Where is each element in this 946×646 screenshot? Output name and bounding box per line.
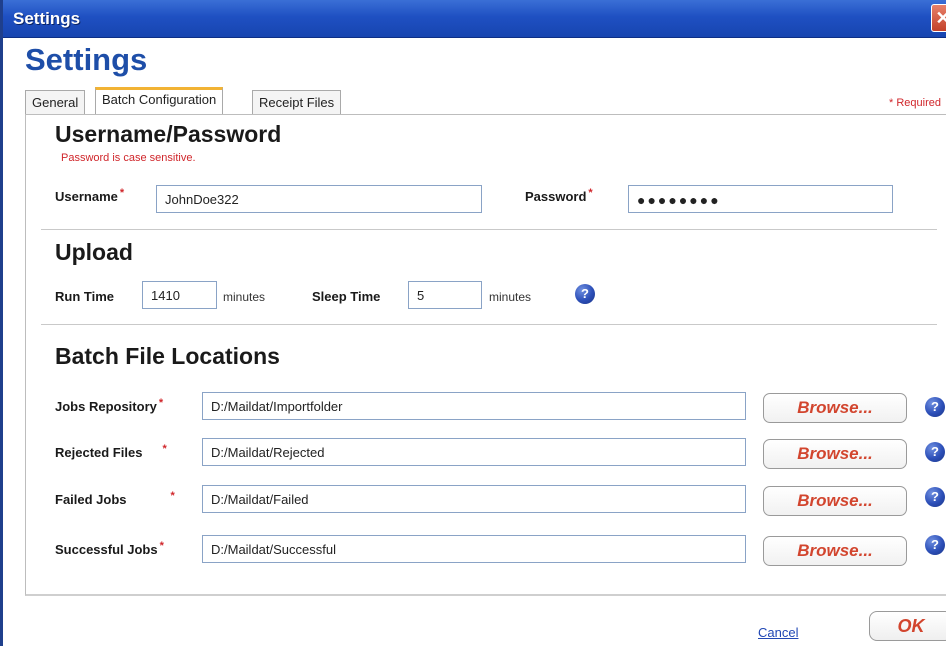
jobs-repository-label: Jobs Repository * [55,397,164,414]
successful-jobs-browse-button[interactable]: Browse... [763,536,907,566]
cancel-link[interactable]: Cancel [758,625,798,640]
failed-jobs-field[interactable]: D:/Maildat/Failed [202,485,746,513]
run-time-label: Run Time [55,289,114,304]
failed-jobs-browse-button[interactable]: Browse... [763,486,907,516]
tab-receipt-files[interactable]: Receipt Files [252,90,342,114]
run-time-unit: minutes [223,290,266,304]
title-bar: Settings [3,0,946,38]
help-icon[interactable]: ? [925,397,945,417]
close-icon[interactable]: ✕ [931,4,946,32]
credentials-heading: Username/Password [55,121,282,147]
window-title: Settings [13,9,81,28]
batch-locations-heading: Batch File Locations [55,343,280,369]
password-label: Password * [525,187,593,204]
required-marker: * [170,490,175,502]
required-marker: * [588,187,593,199]
help-icon[interactable]: ? [925,535,945,555]
sleep-time-label: Sleep Time [312,289,381,304]
settings-window: Settings ✕ Settings General Batch Config… [0,0,946,646]
password-field[interactable]: ●●●●●●●● [628,185,893,213]
rejected-files-field[interactable]: D:/Maildat/Rejected [202,438,746,466]
help-icon[interactable]: ? [925,442,945,462]
rejected-files-browse-button[interactable]: Browse... [763,439,907,469]
required-marker: * [119,187,125,199]
required-marker: * [158,397,164,409]
section-divider [41,229,937,230]
successful-jobs-label: Successful Jobs * [55,540,164,557]
sleep-time-unit: minutes [489,290,532,304]
tab-general[interactable]: General [25,90,86,114]
help-icon[interactable]: ? [575,284,595,304]
jobs-repository-browse-button[interactable]: Browse... [763,393,907,423]
username-field[interactable]: JohnDoe322 [156,185,482,213]
required-marker: * [162,443,167,455]
username-label: Username * [55,187,125,204]
required-note: * Required [889,97,941,109]
ok-button[interactable]: OK [869,611,946,641]
section-divider [41,324,937,325]
password-hint: Password is case sensitive. [61,152,196,164]
successful-jobs-field[interactable]: D:/Maildat/Successful [202,535,746,563]
upload-heading: Upload [55,239,133,265]
rejected-files-label: Rejected Files * [55,443,167,460]
failed-jobs-label: Failed Jobs * [55,490,175,507]
required-marker: * [159,540,164,552]
run-time-field[interactable]: 1410 [142,281,217,309]
page-title: Settings [25,42,148,77]
sleep-time-field[interactable]: 5 [408,281,482,309]
tab-batch-configuration[interactable]: Batch Configuration [95,87,224,115]
jobs-repository-field[interactable]: D:/Maildat/Importfolder [202,392,746,420]
help-icon[interactable]: ? [925,487,945,507]
